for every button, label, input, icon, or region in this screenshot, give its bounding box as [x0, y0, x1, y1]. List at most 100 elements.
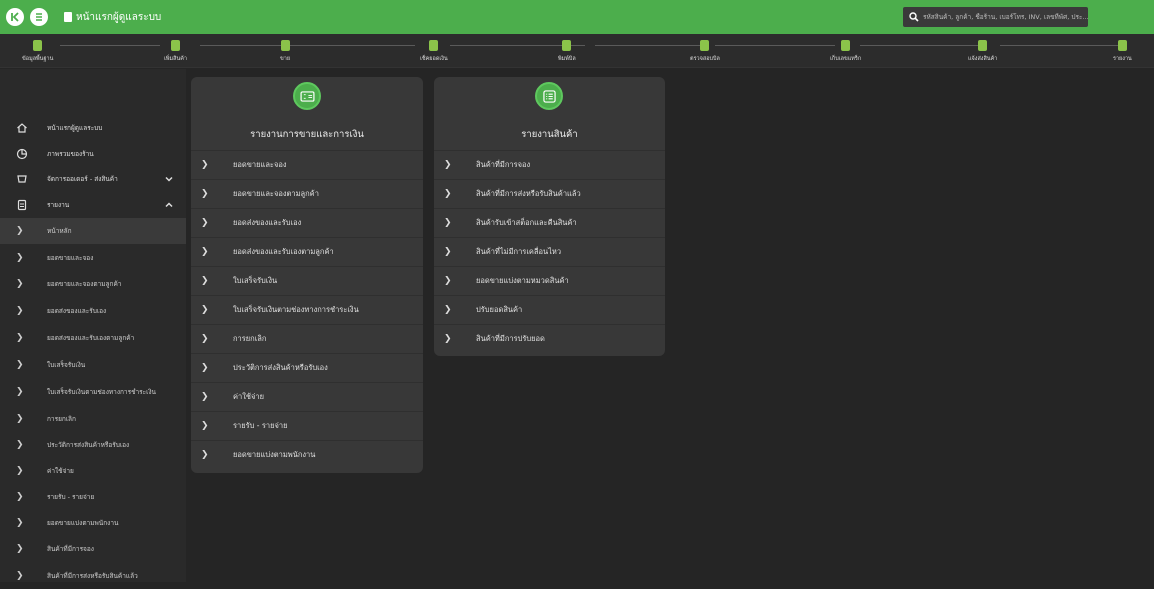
- sidebar-item-reports[interactable]: รายงาน: [0, 196, 186, 214]
- report-link[interactable]: ❯ สินค้าที่มีการส่งหรือรับสินค้าแล้ว: [434, 179, 665, 208]
- report-link[interactable]: ❯ ยอดขายและจองตามลูกค้า: [191, 179, 423, 208]
- chevron-right-icon: ❯: [16, 466, 24, 476]
- product-report-card: รายงานสินค้า ❯ สินค้าที่มีการจอง ❯ สินค้าท…: [434, 77, 665, 356]
- add-product-icon: [171, 39, 180, 51]
- nav-basic-data[interactable]: ข้อมูลพื้นฐาน: [22, 34, 53, 68]
- chevron-right-icon: ❯: [201, 450, 209, 460]
- chevron-right-icon: ❯: [16, 253, 24, 263]
- chevron-right-icon: ❯: [444, 276, 452, 286]
- report-icon: [17, 199, 27, 211]
- sidebar-item-orders[interactable]: จัดการออเดอร์ - ส่งสินค้า: [0, 170, 186, 188]
- sidebar-item-admin-home[interactable]: หน้าแรกผู้ดูแลระบบ: [0, 119, 186, 137]
- report-link[interactable]: ❯ ปรับยอดสินค้า: [434, 295, 665, 324]
- nav-report[interactable]: รายงาน: [1113, 34, 1132, 68]
- report-link[interactable]: ❯ รายรับ - รายจ่าย: [191, 411, 423, 440]
- product-report-title: รายงานสินค้า: [521, 129, 578, 140]
- report-link[interactable]: ❯ ใบเสร็จรับเงินตามช่องทางการชำระเงิน: [191, 295, 423, 324]
- report-link[interactable]: ❯ สินค้าที่มีการปรับยอด: [434, 324, 665, 353]
- report-link[interactable]: ❯ ยอดส่งของและรับเองตามลูกค้า: [191, 237, 423, 266]
- report-link[interactable]: ❯ ยอดขายและจอง: [191, 150, 423, 179]
- sidebar: หน้าแรกผู้ดูแลระบบ ภาพรวมของร้าน จัดการอ…: [0, 69, 186, 582]
- chevron-right-icon: ❯: [201, 421, 209, 431]
- nav-verify-bill[interactable]: ตรวจสอบบิล: [690, 34, 720, 68]
- sales-finance-report-title: รายงานการขายและการเงิน: [250, 129, 364, 140]
- chevron-right-icon: ❯: [201, 305, 209, 315]
- order-icon: [17, 175, 27, 183]
- chevron-right-icon: ❯: [444, 189, 452, 199]
- nav-sell[interactable]: ขาย: [280, 34, 290, 68]
- sidebar-subitem-delivery-pickup[interactable]: ❯ ยอดส่งของและรับเอง: [0, 298, 186, 324]
- chevron-right-icon: ❯: [201, 392, 209, 402]
- sidebar-subitem-receipts-by-payment[interactable]: ❯ ใบเสร็จรับเงินตามช่องทางการชำระเงิน: [0, 379, 186, 405]
- report-link[interactable]: ❯ การยกเลิก: [191, 324, 423, 353]
- document-icon: [64, 12, 72, 22]
- printer-icon: [562, 39, 572, 51]
- chevron-right-icon: ❯: [16, 226, 24, 236]
- pie-chart-icon: [16, 148, 28, 160]
- report-link[interactable]: ❯ ยอดขายแบ่งตามหมวดสินค้า: [434, 266, 665, 295]
- chevron-right-icon: ❯: [444, 305, 452, 315]
- nav-ship-notify[interactable]: แจ้งส่งสินค้า: [968, 34, 997, 68]
- report-link[interactable]: ❯ ยอดขายแบ่งตามพนักงาน: [191, 440, 423, 469]
- page-title: หน้าแรกผู้ดูแลระบบ: [64, 10, 161, 25]
- truck-icon: [978, 39, 988, 51]
- chevron-right-icon: ❯: [201, 218, 209, 228]
- chevron-up-icon: [165, 202, 173, 208]
- page-title-text: หน้าแรกผู้ดูแลระบบ: [76, 11, 162, 23]
- chevron-right-icon: ❯: [201, 363, 209, 373]
- money-icon: [293, 82, 321, 110]
- chevron-right-icon: ❯: [16, 414, 24, 424]
- sidebar-subitem-delivery-history[interactable]: ❯ ประวัติการส่งสินค้าหรือรับเอง: [0, 432, 186, 458]
- chevron-right-icon: ❯: [16, 387, 24, 397]
- sidebar-subitem-delivery-pickup-customer[interactable]: ❯ ยอดส่งของและรับเองตามลูกค้า: [0, 325, 186, 351]
- nav-check-balance[interactable]: เช็คยอดเงิน: [420, 34, 448, 68]
- chevron-right-icon: ❯: [201, 160, 209, 170]
- sidebar-subitem-sales-booking[interactable]: ❯ ยอดขายและจอง: [0, 245, 186, 271]
- home-icon: [17, 123, 27, 133]
- chevron-right-icon: ❯: [201, 247, 209, 257]
- sidebar-subitem-booked-products[interactable]: ❯ สินค้าที่มีการจอง: [0, 536, 186, 562]
- nav-tracking[interactable]: เก็บเลขแทร็ก: [830, 34, 861, 68]
- report-link[interactable]: ❯ ยอดส่งของและรับเอง: [191, 208, 423, 237]
- menu-icon: [36, 13, 42, 21]
- report-link[interactable]: ❯ ประวัติการส่งสินค้าหรือรับเอง: [191, 353, 423, 382]
- chevron-right-icon: ❯: [16, 571, 24, 581]
- chevron-right-icon: ❯: [16, 333, 24, 343]
- sidebar-subitem-shipped-products[interactable]: ❯ สินค้าที่มีการส่งหรือรับสินค้าแล้ว: [0, 563, 186, 589]
- back-icon: [11, 12, 19, 22]
- sidebar-subitem-main[interactable]: ❯ หน้าหลัก: [0, 218, 186, 244]
- top-bar: หน้าแรกผู้ดูแลระบบ: [0, 0, 1154, 34]
- sidebar-subitem-sales-by-staff[interactable]: ❯ ยอดขายแบ่งตามพนักงาน: [0, 510, 186, 536]
- report-icon: [1117, 39, 1127, 51]
- report-link[interactable]: ❯ ใบเสร็จรับเงิน: [191, 266, 423, 295]
- chevron-right-icon: ❯: [16, 306, 24, 316]
- chevron-right-icon: ❯: [201, 189, 209, 199]
- report-link[interactable]: ❯ สินค้ารับเข้าสต็อกและคืนสินค้า: [434, 208, 665, 237]
- cart-icon: [280, 39, 290, 51]
- search-box[interactable]: [903, 7, 1088, 27]
- bill-check-icon: [700, 39, 710, 51]
- search-icon: [909, 12, 919, 22]
- back-button[interactable]: [6, 8, 24, 26]
- report-link[interactable]: ❯ ค่าใช้จ่าย: [191, 382, 423, 411]
- sidebar-subitem-sales-booking-customer[interactable]: ❯ ยอดขายและจองตามลูกค้า: [0, 271, 186, 297]
- list-icon: [535, 82, 563, 110]
- nav-add-product[interactable]: เพิ่มสินค้า: [164, 34, 187, 68]
- sidebar-item-overview[interactable]: ภาพรวมของร้าน: [0, 145, 186, 163]
- nav-print-bill[interactable]: พิมพ์บิล: [558, 34, 576, 68]
- sidebar-subitem-income-expense[interactable]: ❯ รายรับ - รายจ่าย: [0, 484, 186, 510]
- chevron-right-icon: ❯: [201, 276, 209, 286]
- sidebar-subitem-expenses[interactable]: ❯ ค่าใช้จ่าย: [0, 458, 186, 484]
- money-check-icon: [429, 39, 439, 51]
- report-link[interactable]: ❯ สินค้าที่มีการจอง: [434, 150, 665, 179]
- sidebar-subitem-cancellations[interactable]: ❯ การยกเลิก: [0, 406, 186, 432]
- chevron-right-icon: ❯: [201, 334, 209, 344]
- chevron-right-icon: ❯: [16, 440, 24, 450]
- barcode-icon: [841, 39, 851, 51]
- menu-button[interactable]: [30, 8, 48, 26]
- search-input[interactable]: [923, 13, 1088, 21]
- sidebar-subitem-receipts[interactable]: ❯ ใบเสร็จรับเงิน: [0, 352, 186, 378]
- sales-finance-report-card: รายงานการขายและการเงิน ❯ ยอดขายและจอง ❯ ยอ…: [191, 77, 423, 473]
- chevron-right-icon: ❯: [444, 218, 452, 228]
- report-link[interactable]: ❯ สินค้าที่ไม่มีการเคลื่อนไหว: [434, 237, 665, 266]
